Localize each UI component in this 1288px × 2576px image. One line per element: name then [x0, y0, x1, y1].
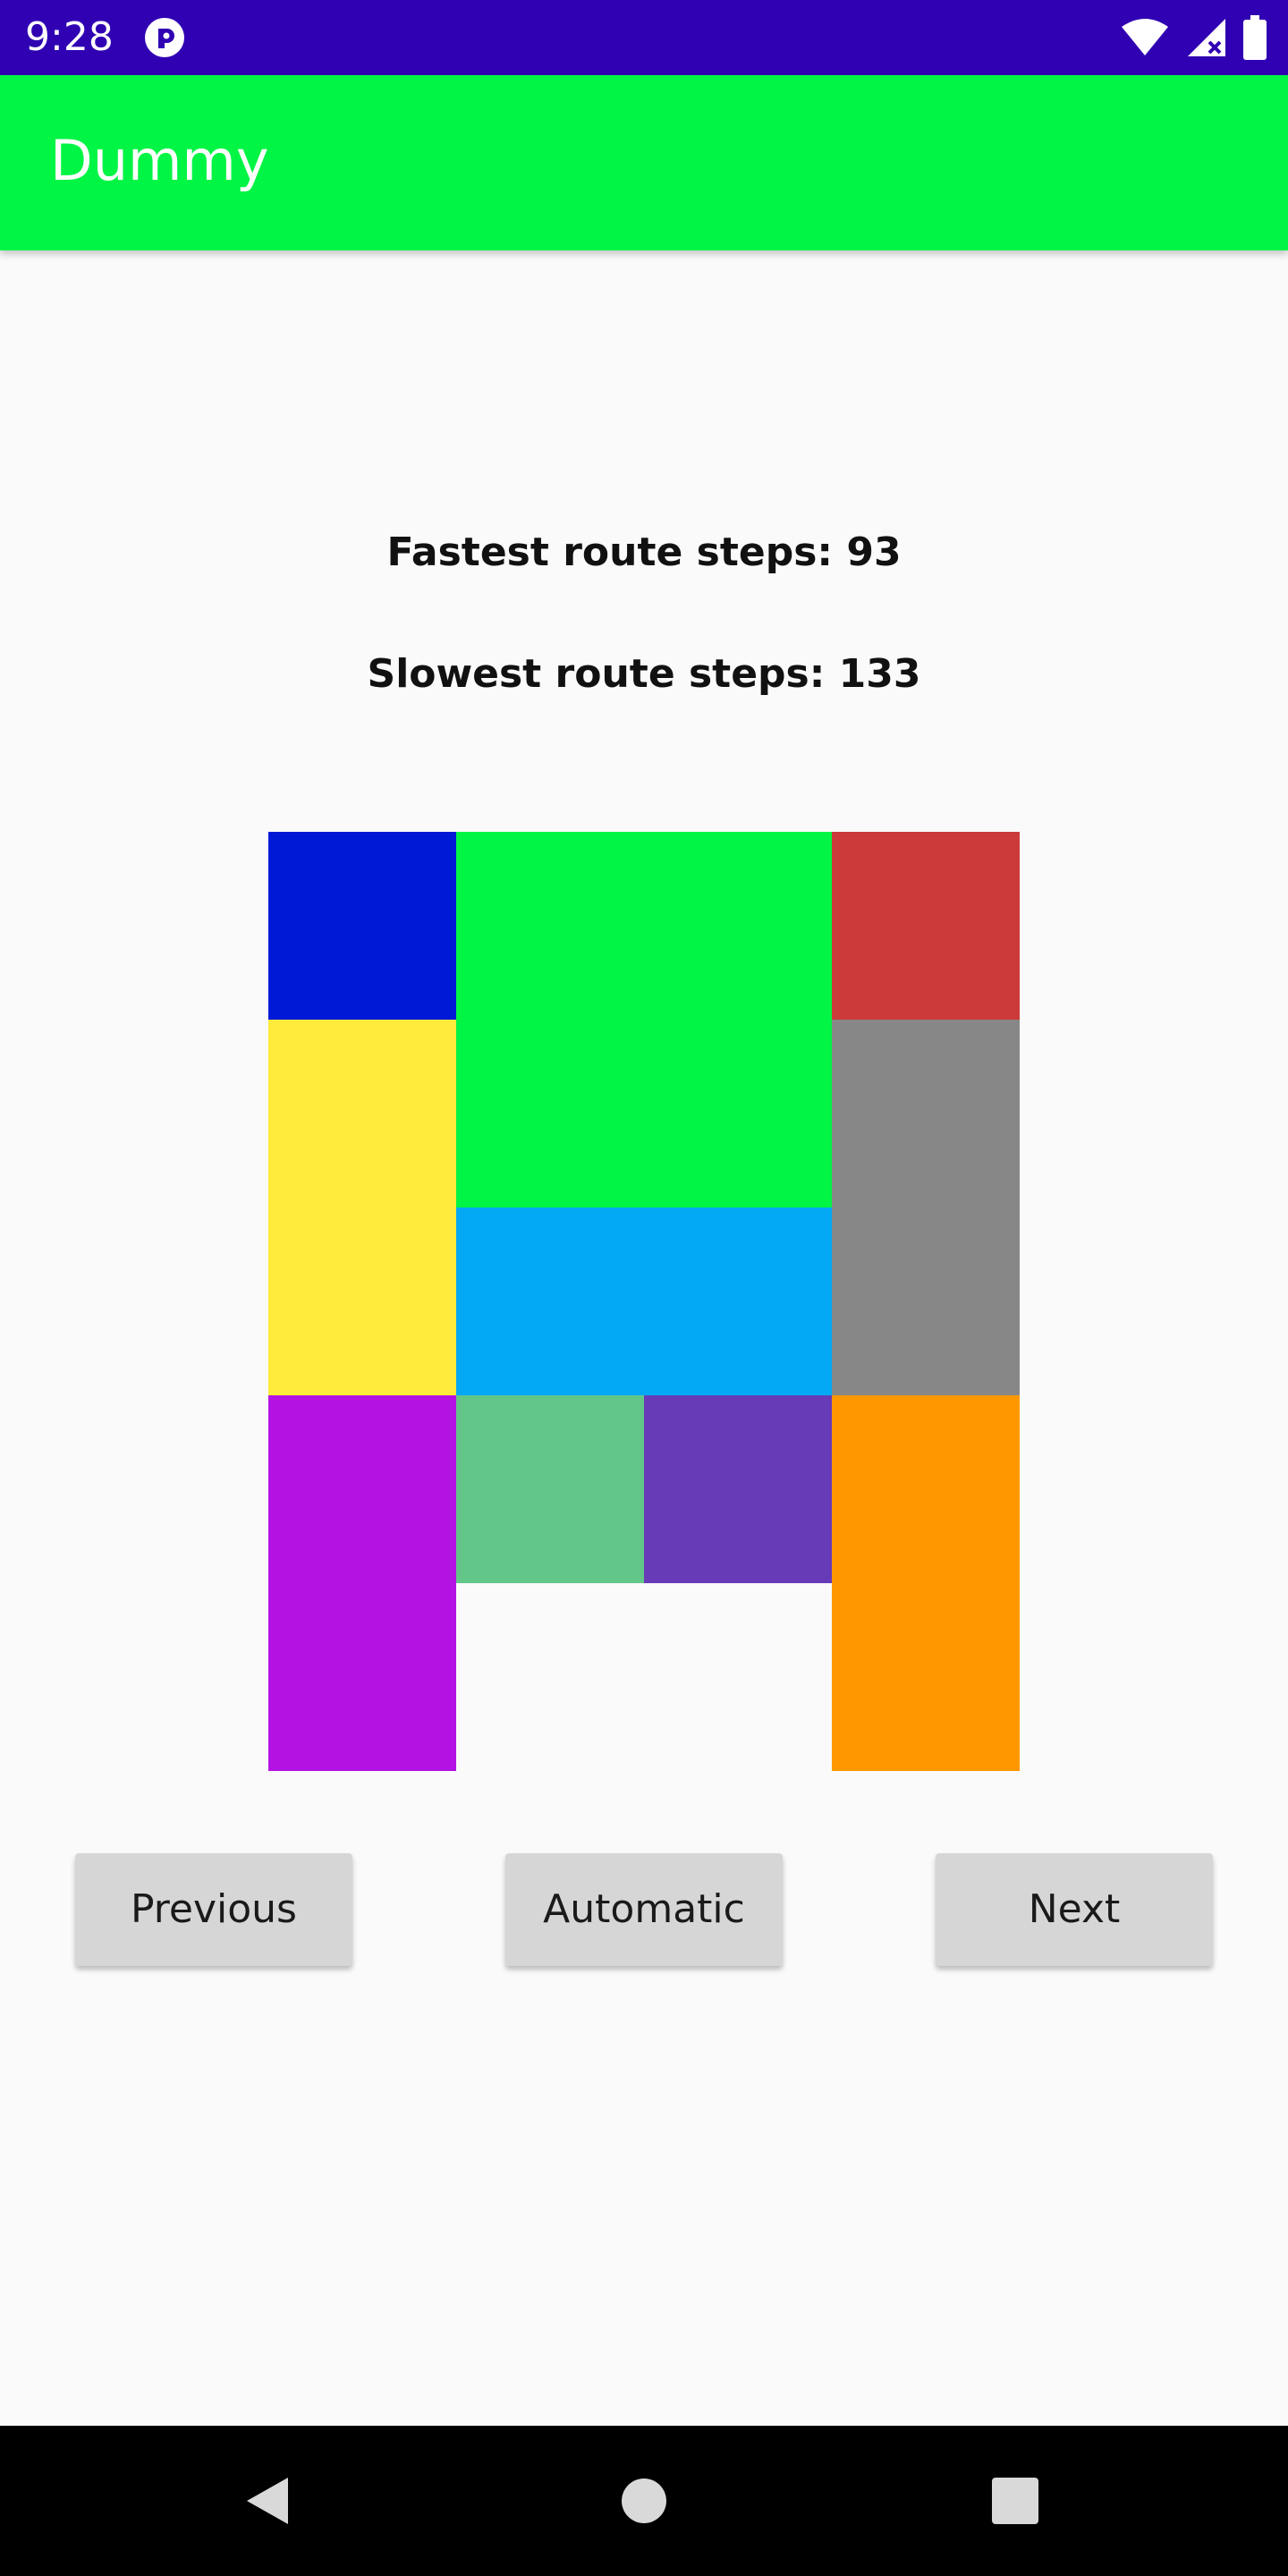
status-bar: 9:28	[0, 0, 1288, 75]
tile-mint-green[interactable]	[456, 1395, 644, 1583]
automatic-button[interactable]: Automatic	[505, 1853, 783, 1966]
app-notification-icon	[145, 18, 184, 57]
tile-green[interactable]	[456, 832, 832, 1208]
tile-orange[interactable]	[832, 1395, 1020, 1771]
slowest-route-text: Slowest route steps: 133	[367, 651, 921, 697]
navigation-bar	[0, 2426, 1288, 2576]
cellular-signal-icon	[1188, 19, 1225, 56]
tile-gray[interactable]	[832, 1020, 1020, 1395]
tile-deep-purple[interactable]	[644, 1395, 832, 1583]
tile-light-blue[interactable]	[456, 1208, 832, 1395]
app-bar: Dummy	[0, 75, 1288, 250]
recents-icon[interactable]	[991, 2474, 1039, 2528]
tile-red[interactable]	[832, 832, 1020, 1020]
puzzle-board	[268, 832, 1020, 1771]
previous-button[interactable]: Previous	[75, 1853, 352, 1966]
home-icon[interactable]	[621, 2474, 667, 2528]
status-time: 9:28	[25, 14, 114, 60]
tile-yellow[interactable]	[268, 1020, 456, 1395]
tile-purple[interactable]	[268, 1395, 456, 1771]
fastest-route-text: Fastest route steps: 93	[386, 530, 902, 575]
battery-icon	[1243, 15, 1267, 60]
wifi-icon	[1122, 19, 1168, 55]
back-icon[interactable]	[242, 2474, 295, 2528]
app-title: Dummy	[50, 128, 269, 193]
next-button[interactable]: Next	[936, 1853, 1213, 1966]
tile-blue[interactable]	[268, 832, 456, 1020]
